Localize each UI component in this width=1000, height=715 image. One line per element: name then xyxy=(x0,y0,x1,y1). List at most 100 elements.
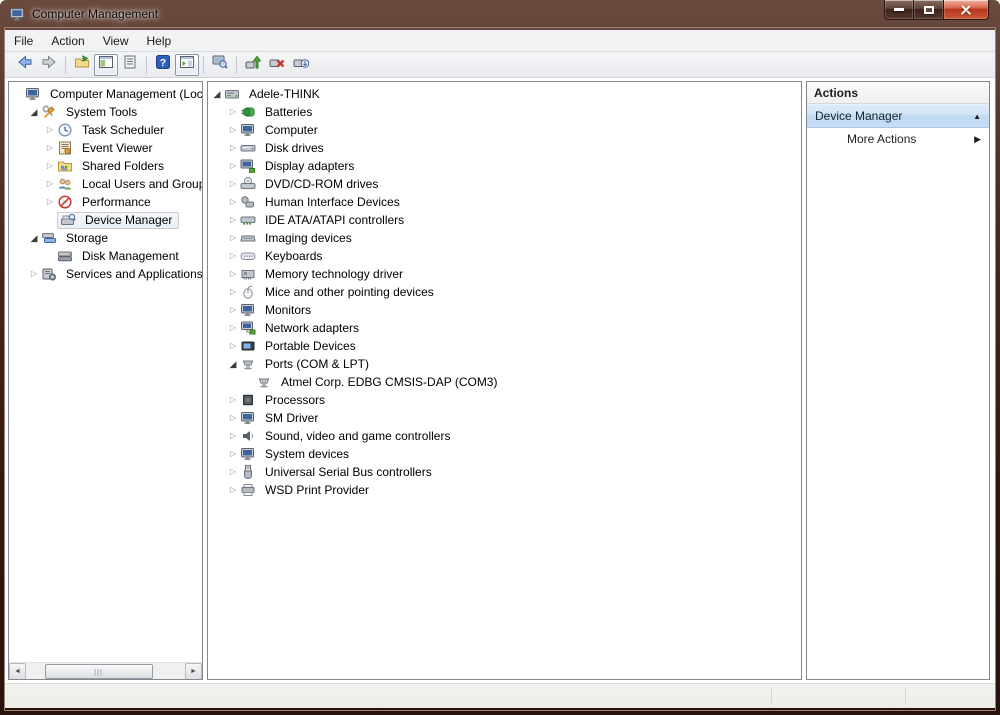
tree-item-body: Memory technology driver xyxy=(240,265,407,283)
tree-item-label: Portable Devices xyxy=(261,337,360,355)
expander-expanded-icon[interactable]: ◢ xyxy=(27,103,41,121)
expander-expanded-icon[interactable]: ◢ xyxy=(210,85,224,103)
expander-collapsed-icon[interactable]: ▷ xyxy=(226,409,240,427)
more-actions-item[interactable]: More Actions ▶ xyxy=(807,128,989,150)
tree-item-ide-ata-atapi-controllers[interactable]: ▷IDE ATA/ATAPI controllers xyxy=(208,211,801,229)
tree-item-dvd-cd-rom-drives[interactable]: ▷DVD/CD-ROM drives xyxy=(208,175,801,193)
back-arrow-button[interactable] xyxy=(13,54,37,76)
mouse-icon xyxy=(240,284,256,300)
expander-collapsed-icon[interactable]: ▷ xyxy=(226,337,240,355)
expander-collapsed-icon[interactable]: ▷ xyxy=(43,139,57,157)
expander-collapsed-icon[interactable]: ▷ xyxy=(226,463,240,481)
menu-file[interactable]: File xyxy=(5,31,42,51)
expander-collapsed-icon[interactable]: ▷ xyxy=(226,481,240,499)
expander-collapsed-icon[interactable]: ▷ xyxy=(43,121,57,139)
tree-item-sm-driver[interactable]: ▷SM Driver xyxy=(208,409,801,427)
expander-collapsed-icon[interactable]: ▷ xyxy=(226,301,240,319)
tree-item-batteries[interactable]: ▷Batteries xyxy=(208,103,801,121)
tree-item-monitors[interactable]: ▷Monitors xyxy=(208,301,801,319)
tree-item-ports-com-lpt[interactable]: ◢Ports (COM & LPT) xyxy=(208,355,801,373)
show-console-tree-button[interactable] xyxy=(94,54,118,76)
expander-collapsed-icon[interactable]: ▷ xyxy=(226,229,240,247)
tree-item-local-users-and-groups[interactable]: ▷Local Users and Groups xyxy=(9,175,202,193)
tree-item-device-manager[interactable]: Device Manager xyxy=(9,211,202,229)
scroll-right-button[interactable]: ► xyxy=(185,663,202,680)
computer-management-window: Computer Management FileActionViewHelp ?… xyxy=(0,0,1000,715)
expander-expanded-icon[interactable]: ◢ xyxy=(226,355,240,373)
refresh-scan-button[interactable] xyxy=(208,54,232,76)
scroll-left-button[interactable]: ◄ xyxy=(9,663,26,680)
tree-item-event-viewer[interactable]: ▷ Event Viewer xyxy=(9,139,202,157)
expander-collapsed-icon[interactable]: ▷ xyxy=(43,175,57,193)
scan-hardware-changes-button[interactable] xyxy=(289,54,313,76)
expander-collapsed-icon[interactable]: ▷ xyxy=(226,139,240,157)
expander-collapsed-icon[interactable]: ▷ xyxy=(226,193,240,211)
forward-arrow-button[interactable] xyxy=(37,54,61,76)
tree-item-performance[interactable]: ▷Performance xyxy=(9,193,202,211)
toolbar: ? xyxy=(5,52,995,78)
expander-collapsed-icon[interactable]: ▷ xyxy=(226,247,240,265)
minimize-button[interactable] xyxy=(884,0,914,20)
tree-item-services-and-applications[interactable]: ▷Services and Applications xyxy=(9,265,202,283)
expander-collapsed-icon[interactable]: ▷ xyxy=(226,265,240,283)
update-driver-button[interactable] xyxy=(241,54,265,76)
tree-item-label: Event Viewer xyxy=(78,139,156,157)
chevron-up-icon[interactable]: ▲ xyxy=(973,112,981,121)
tree-item-imaging-devices[interactable]: ▷Imaging devices xyxy=(208,229,801,247)
tree-item-universal-serial-bus-controllers[interactable]: ▷Universal Serial Bus controllers xyxy=(208,463,801,481)
expander-collapsed-icon[interactable]: ▷ xyxy=(226,445,240,463)
tree-item-atmel-corp-edbg-cmsis-dap-com3[interactable]: Atmel Corp. EDBG CMSIS-DAP (COM3) xyxy=(208,373,801,391)
expander-collapsed-icon[interactable]: ▷ xyxy=(226,157,240,175)
menu-view[interactable]: View xyxy=(94,31,138,51)
menu-action[interactable]: Action xyxy=(42,31,93,51)
tree-item-shared-folders[interactable]: ▷Shared Folders xyxy=(9,157,202,175)
show-action-pane-button[interactable] xyxy=(175,54,199,76)
tree-item-storage[interactable]: ◢Storage xyxy=(9,229,202,247)
expander-collapsed-icon[interactable]: ▷ xyxy=(27,265,41,283)
expander-collapsed-icon[interactable]: ▷ xyxy=(43,157,57,175)
expander-collapsed-icon[interactable]: ▷ xyxy=(226,391,240,409)
tree-item-body: Computer Management (Local xyxy=(25,85,203,103)
actions-group-device-manager[interactable]: Device Manager ▲ xyxy=(807,104,989,128)
tree-item-disk-drives[interactable]: ▷Disk drives xyxy=(208,139,801,157)
menu-help[interactable]: Help xyxy=(138,31,181,51)
tree-item-network-adapters[interactable]: ▷Network adapters xyxy=(208,319,801,337)
tree-item-disk-management[interactable]: Disk Management xyxy=(9,247,202,265)
tree-item-computer-management-local[interactable]: Computer Management (Local xyxy=(9,85,202,103)
properties-doc-button[interactable] xyxy=(118,54,142,76)
tree-item-sound-video-and-game-controllers[interactable]: ▷Sound, video and game controllers xyxy=(208,427,801,445)
keyboard-icon xyxy=(240,248,256,264)
maximize-button[interactable] xyxy=(914,0,943,20)
tree-item-body: IDE ATA/ATAPI controllers xyxy=(240,211,408,229)
tree-item-wsd-print-provider[interactable]: ▷WSD Print Provider xyxy=(208,481,801,499)
expander-collapsed-icon[interactable]: ▷ xyxy=(226,427,240,445)
expander-collapsed-icon[interactable]: ▷ xyxy=(226,211,240,229)
tree-item-task-scheduler[interactable]: ▷Task Scheduler xyxy=(9,121,202,139)
expander-collapsed-icon[interactable]: ▷ xyxy=(226,175,240,193)
scrollbar-thumb[interactable] xyxy=(45,664,153,679)
expander-collapsed-icon[interactable]: ▷ xyxy=(226,103,240,121)
tree-item-memory-technology-driver[interactable]: ▷Memory technology driver xyxy=(208,265,801,283)
titlebar[interactable]: Computer Management xyxy=(0,0,1000,30)
tree-item-human-interface-devices[interactable]: ▷Human Interface Devices xyxy=(208,193,801,211)
export-list-button[interactable] xyxy=(70,54,94,76)
close-button[interactable] xyxy=(943,0,989,20)
tree-item-portable-devices[interactable]: ▷ Portable Devices xyxy=(208,337,801,355)
tree-item-display-adapters[interactable]: ▷Display adapters xyxy=(208,157,801,175)
expander-collapsed-icon[interactable]: ▷ xyxy=(43,193,57,211)
tree-item-computer[interactable]: ▷Computer xyxy=(208,121,801,139)
expander-expanded-icon[interactable]: ◢ xyxy=(27,229,41,247)
expander-collapsed-icon[interactable]: ▷ xyxy=(226,121,240,139)
tree-item-adele-think[interactable]: ◢Adele-THINK xyxy=(208,85,801,103)
expander-collapsed-icon[interactable]: ▷ xyxy=(226,283,240,301)
tree-item-mice-and-other-pointing-devices[interactable]: ▷Mice and other pointing devices xyxy=(208,283,801,301)
expander-collapsed-icon[interactable]: ▷ xyxy=(226,319,240,337)
tree-item-system-devices[interactable]: ▷System devices xyxy=(208,445,801,463)
tree-item-keyboards[interactable]: ▷Keyboards xyxy=(208,247,801,265)
tree-item-processors[interactable]: ▷Processors xyxy=(208,391,801,409)
actions-group-label: Device Manager xyxy=(815,109,902,123)
uninstall-device-button[interactable] xyxy=(265,54,289,76)
help-button[interactable]: ? xyxy=(151,54,175,76)
tree-item-system-tools[interactable]: ◢System Tools xyxy=(9,103,202,121)
horizontal-scrollbar[interactable]: ◄ ► xyxy=(9,662,202,679)
